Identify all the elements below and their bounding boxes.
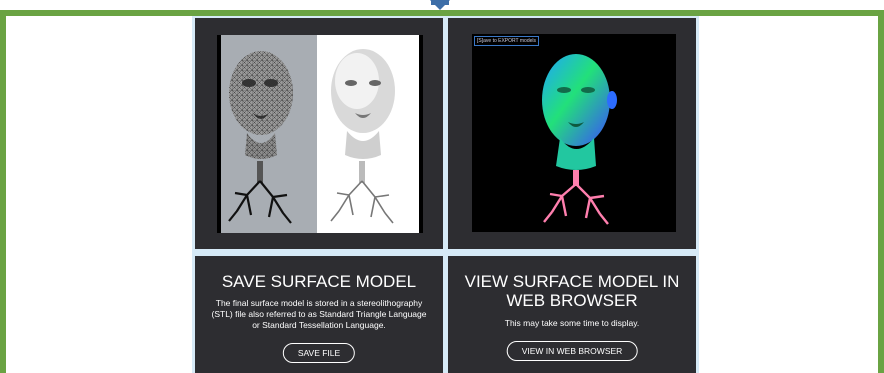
save-card-description: The final surface model is stored in a s… <box>211 298 427 330</box>
card-grid: [S]ave to EXPORT models SAVE SURFACE MOD… <box>192 16 699 373</box>
view-card-description: This may take some time to display. <box>504 318 640 328</box>
save-card-title: SAVE SURFACE MODEL <box>221 272 417 291</box>
scroll-marker <box>431 0 449 5</box>
frame-right-border <box>878 10 884 373</box>
save-file-button[interactable]: SAVE FILE <box>282 343 356 363</box>
view-in-browser-button[interactable]: VIEW IN WEB BROWSER <box>506 341 638 361</box>
frame-left-border <box>0 10 6 373</box>
view-browser-card: VIEW SURFACE MODEL IN WEB BROWSER This m… <box>448 256 696 373</box>
save-surface-card: SAVE SURFACE MODEL The final surface mod… <box>195 256 443 373</box>
head-color-image: [S]ave to EXPORT models <box>472 34 676 232</box>
export-hint-label: [S]ave to EXPORT models <box>474 36 540 46</box>
mesh-preview-card <box>195 18 443 249</box>
view-card-title: VIEW SURFACE MODEL IN WEB BROWSER <box>464 272 680 310</box>
head-mesh-image <box>217 35 423 233</box>
color-preview-card: [S]ave to EXPORT models <box>448 18 696 249</box>
